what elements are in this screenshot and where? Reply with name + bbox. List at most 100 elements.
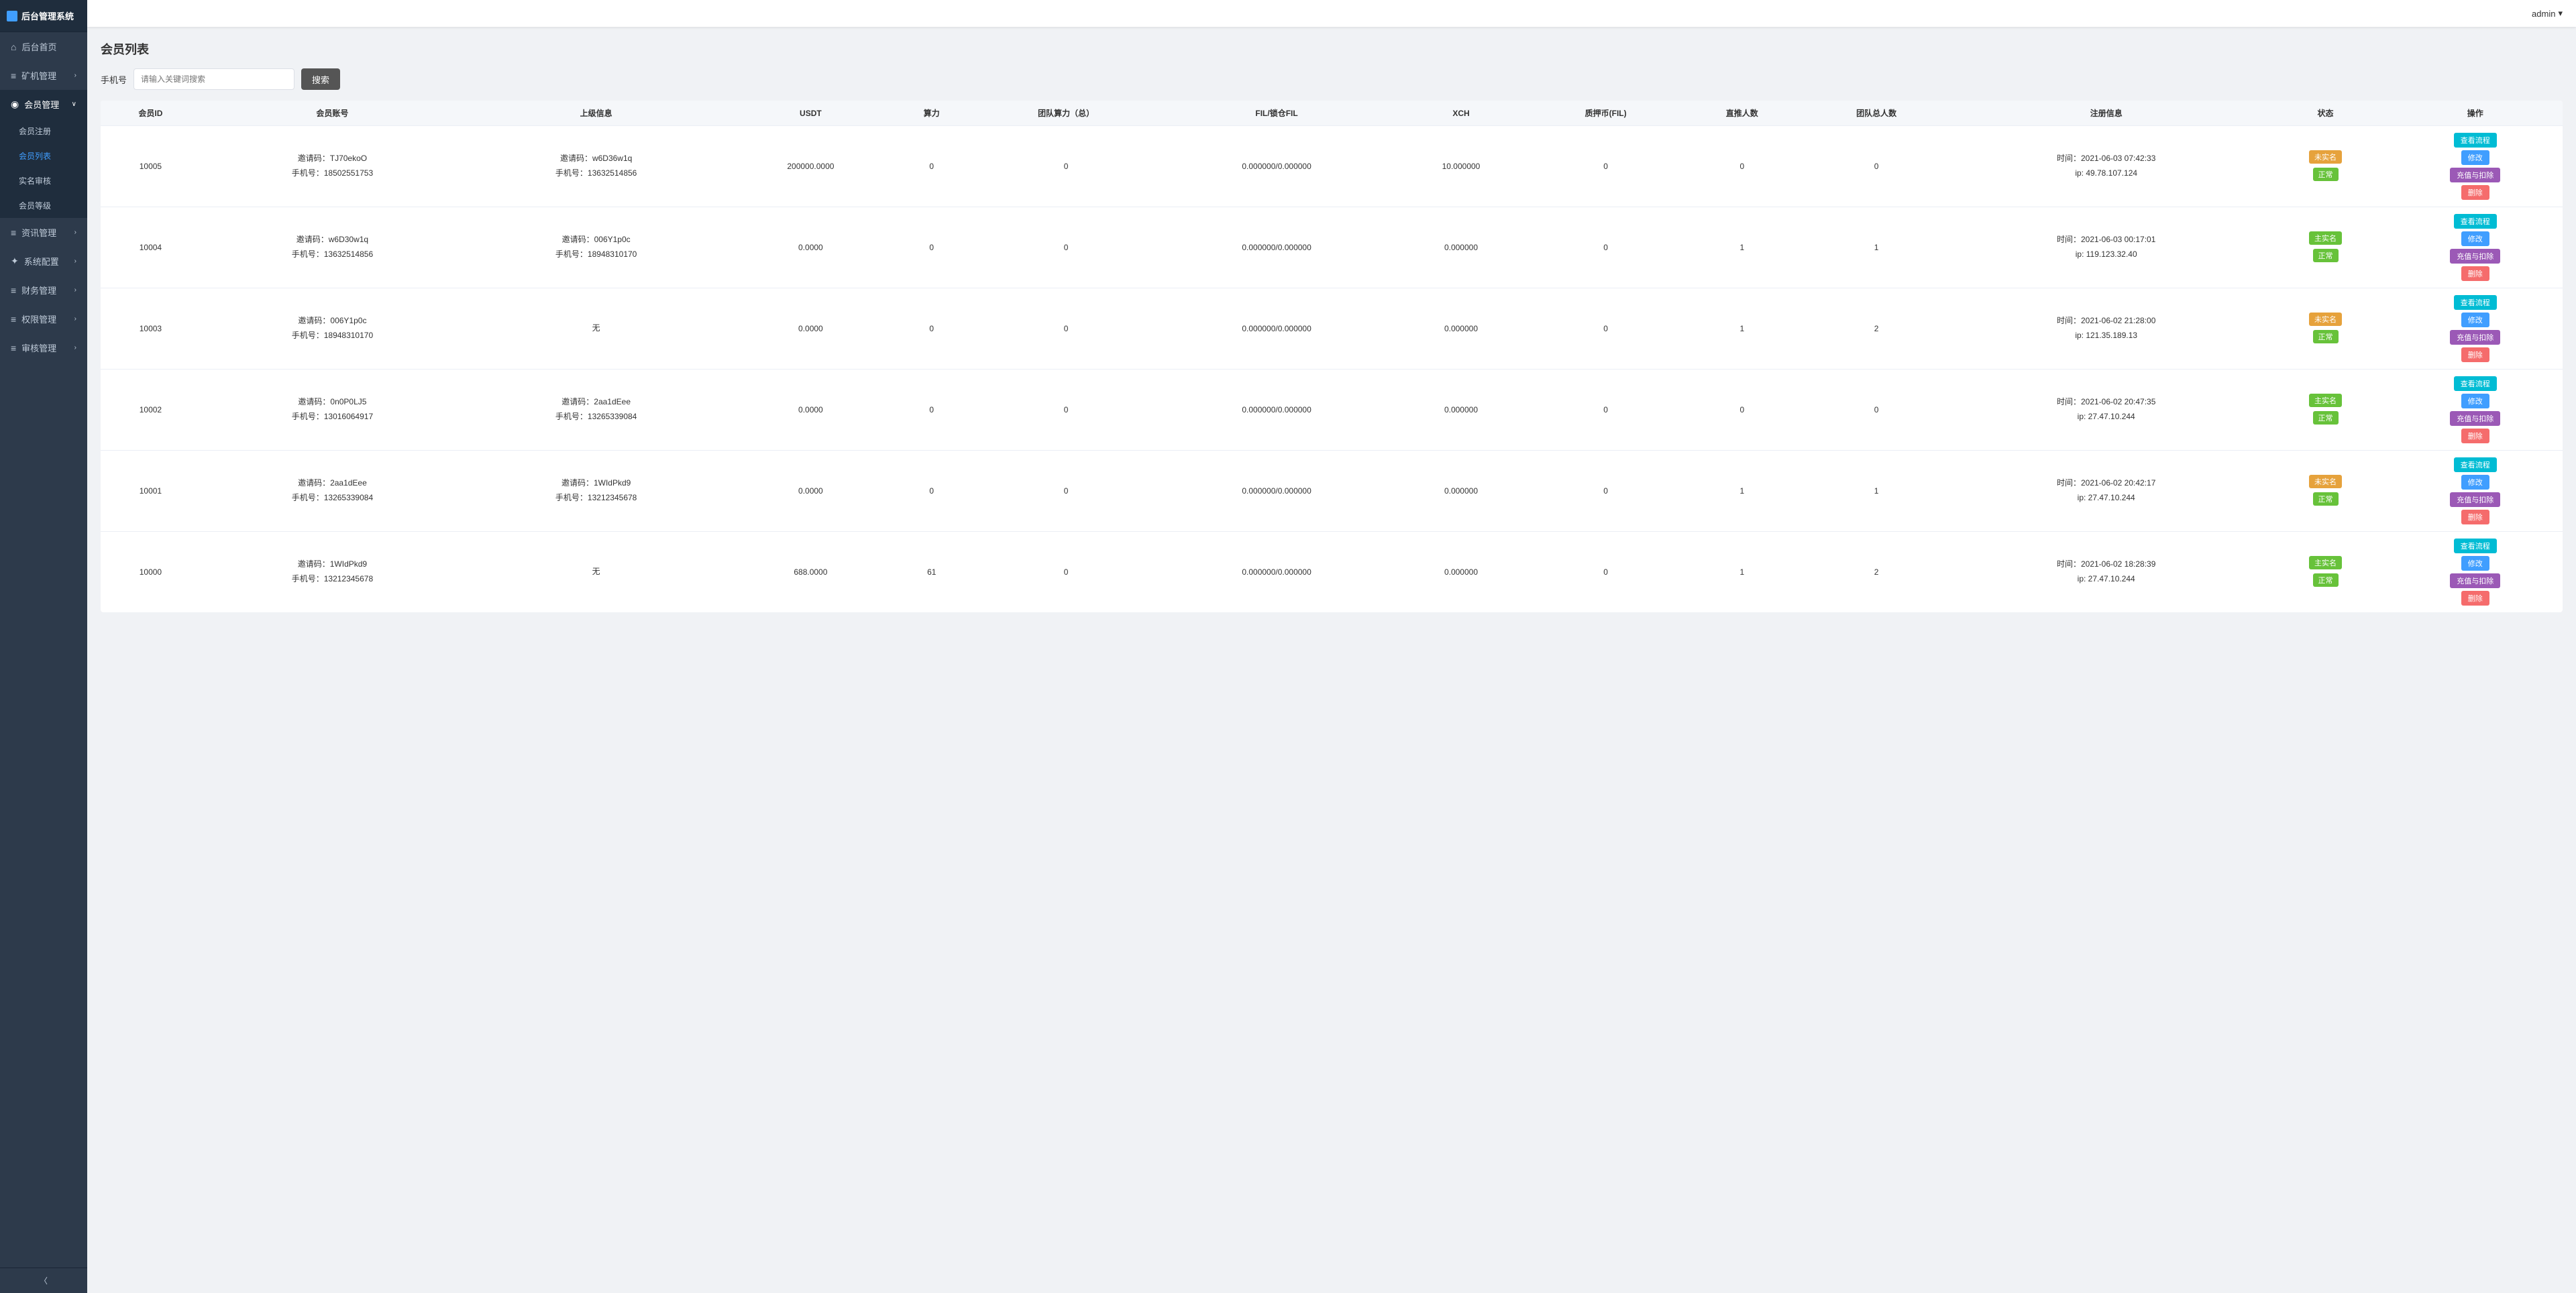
sidebar-item-label: 资讯管理 bbox=[21, 226, 56, 239]
edit-button[interactable]: 修改 bbox=[2461, 556, 2489, 571]
delete-button[interactable]: 删除 bbox=[2461, 429, 2489, 443]
sidebar-item-home[interactable]: ⌂ 后台首页 bbox=[0, 32, 87, 61]
delete-button[interactable]: 删除 bbox=[2461, 510, 2489, 524]
col-xch: XCH bbox=[1391, 101, 1531, 126]
submenu-label: 会员等级 bbox=[19, 200, 51, 211]
cell-actions: 查看流程 修改 充值与扣除 删除 bbox=[2388, 451, 2563, 532]
recharge-button[interactable]: 充值与扣除 bbox=[2450, 168, 2500, 182]
logo-icon bbox=[7, 11, 17, 21]
cell-usdt: 200000.0000 bbox=[728, 126, 893, 207]
delete-button[interactable]: 删除 bbox=[2461, 266, 2489, 281]
cell-actions: 查看流程 修改 充值与扣除 删除 bbox=[2388, 126, 2563, 207]
recharge-button[interactable]: 充值与扣除 bbox=[2450, 330, 2500, 345]
cell-fil: 0.000000/0.000000 bbox=[1162, 126, 1391, 207]
cell-fil: 0.000000/0.000000 bbox=[1162, 370, 1391, 451]
cell-usdt: 0.0000 bbox=[728, 207, 893, 288]
sidebar-item-member-list[interactable]: 会员列表 bbox=[0, 144, 87, 168]
cell-status: 未实名 正常 bbox=[2263, 451, 2388, 532]
sidebar-item-audit[interactable]: ≡ 审核管理 › bbox=[0, 333, 87, 362]
view-flow-button[interactable]: 查看流程 bbox=[2454, 457, 2497, 472]
table-row: 10000 邀请码：1WIdPkd9 手机号：13212345678 无 688… bbox=[101, 532, 2563, 613]
view-flow-button[interactable]: 查看流程 bbox=[2454, 214, 2497, 229]
sidebar-item-label: 矿机管理 bbox=[21, 69, 56, 82]
cell-direct: 1 bbox=[1680, 288, 1803, 370]
sidebar-item-member-level[interactable]: 会员等级 bbox=[0, 193, 87, 218]
recharge-button[interactable]: 充值与扣除 bbox=[2450, 249, 2500, 264]
recharge-button[interactable]: 充值与扣除 bbox=[2450, 573, 2500, 588]
edit-button[interactable]: 修改 bbox=[2461, 150, 2489, 165]
table-row: 10004 邀请码：w6D30w1q 手机号：13632514856 邀请码：0… bbox=[101, 207, 2563, 288]
cell-hashrate: 0 bbox=[894, 370, 970, 451]
col-status: 状态 bbox=[2263, 101, 2388, 126]
sidebar-item-finance[interactable]: ≡ 财务管理 › bbox=[0, 276, 87, 304]
cell-usdt: 688.0000 bbox=[728, 532, 893, 613]
sidebar-item-label: 后台首页 bbox=[21, 40, 56, 53]
chevron-right-icon: › bbox=[74, 344, 76, 351]
col-hashrate: 算力 bbox=[894, 101, 970, 126]
status-badge: 主实名 bbox=[2309, 556, 2342, 569]
home-icon: ⌂ bbox=[11, 42, 16, 52]
cell-pledge: 0 bbox=[1531, 370, 1680, 451]
cell-actions: 查看流程 修改 充值与扣除 删除 bbox=[2388, 207, 2563, 288]
sidebar-item-mining[interactable]: ≡ 矿机管理 › bbox=[0, 61, 87, 90]
cell-status: 主实名 正常 bbox=[2263, 370, 2388, 451]
col-reg: 注册信息 bbox=[1949, 101, 2263, 126]
edit-button[interactable]: 修改 bbox=[2461, 475, 2489, 490]
cell-account: 邀请码：w6D30w1q 手机号：13632514856 bbox=[201, 207, 464, 288]
cell-superior: 邀请码：006Y1p0c手机号：18948310170 bbox=[464, 207, 728, 288]
cell-actions: 查看流程 修改 充值与扣除 删除 bbox=[2388, 288, 2563, 370]
sidebar-item-info[interactable]: ≡ 资讯管理 › bbox=[0, 218, 87, 247]
kyc-badge: 正常 bbox=[2313, 492, 2339, 506]
edit-button[interactable]: 修改 bbox=[2461, 313, 2489, 327]
col-superior: 上级信息 bbox=[464, 101, 728, 126]
view-flow-button[interactable]: 查看流程 bbox=[2454, 539, 2497, 553]
cell-id: 10005 bbox=[101, 126, 201, 207]
cell-direct: 1 bbox=[1680, 532, 1803, 613]
sidebar-item-member[interactable]: ◉ 会员管理 ∨ bbox=[0, 90, 87, 119]
col-id: 会员ID bbox=[101, 101, 201, 126]
cell-xch: 0.000000 bbox=[1391, 451, 1531, 532]
topbar-user: admin ▾ bbox=[2532, 8, 2563, 19]
col-fil: FIL/锁仓FIL bbox=[1162, 101, 1391, 126]
delete-button[interactable]: 删除 bbox=[2461, 185, 2489, 200]
col-account: 会员账号 bbox=[201, 101, 464, 126]
cell-reg: 时间：2021-06-02 21:28:00 ip: 121.35.189.13 bbox=[1949, 288, 2263, 370]
cell-reg: 时间：2021-06-02 20:42:17 ip: 27.47.10.244 bbox=[1949, 451, 2263, 532]
submenu-label: 会员注册 bbox=[19, 125, 51, 137]
cell-actions: 查看流程 修改 充值与扣除 删除 bbox=[2388, 532, 2563, 613]
chevron-right-icon: › bbox=[74, 229, 76, 236]
recharge-button[interactable]: 充值与扣除 bbox=[2450, 411, 2500, 426]
search-button[interactable]: 搜索 bbox=[301, 68, 340, 90]
submenu-label: 会员列表 bbox=[19, 150, 51, 162]
cell-direct: 1 bbox=[1680, 451, 1803, 532]
recharge-button[interactable]: 充值与扣除 bbox=[2450, 492, 2500, 507]
cell-status: 主实名 正常 bbox=[2263, 532, 2388, 613]
cell-actions: 查看流程 修改 充值与扣除 删除 bbox=[2388, 370, 2563, 451]
cell-hashrate: 0 bbox=[894, 126, 970, 207]
search-label: 手机号 bbox=[101, 73, 127, 86]
status-badge: 未实名 bbox=[2309, 475, 2342, 488]
delete-button[interactable]: 删除 bbox=[2461, 347, 2489, 362]
cell-team: 1 bbox=[1803, 207, 1949, 288]
sidebar-item-member-register[interactable]: 会员注册 bbox=[0, 119, 87, 144]
delete-button[interactable]: 删除 bbox=[2461, 591, 2489, 606]
sidebar-item-real-name[interactable]: 实名审核 bbox=[0, 168, 87, 193]
chevron-down-icon: ∨ bbox=[72, 101, 76, 108]
view-flow-button[interactable]: 查看流程 bbox=[2454, 133, 2497, 148]
cell-superior: 无 bbox=[464, 288, 728, 370]
sidebar-item-permission[interactable]: ≡ 权限管理 › bbox=[0, 304, 87, 333]
cell-superior: 邀请码：w6D36w1q手机号：13632514856 bbox=[464, 126, 728, 207]
sidebar-collapse-button[interactable]: 〈 bbox=[0, 1268, 87, 1293]
sidebar-item-system[interactable]: ✦ 系统配置 › bbox=[0, 247, 87, 276]
table-row: 10005 邀请码：TJ70ekoO 手机号：18502551753 邀请码：w… bbox=[101, 126, 2563, 207]
cell-fil: 0.000000/0.000000 bbox=[1162, 451, 1391, 532]
cell-superior: 邀请码：2aa1dEee手机号：13265339084 bbox=[464, 370, 728, 451]
table-row: 10003 邀请码：006Y1p0c 手机号：18948310170 无 0.0… bbox=[101, 288, 2563, 370]
search-input[interactable] bbox=[133, 68, 294, 90]
view-flow-button[interactable]: 查看流程 bbox=[2454, 295, 2497, 310]
sidebar-item-label: 系统配置 bbox=[24, 255, 59, 268]
edit-button[interactable]: 修改 bbox=[2461, 394, 2489, 408]
view-flow-button[interactable]: 查看流程 bbox=[2454, 376, 2497, 391]
edit-button[interactable]: 修改 bbox=[2461, 231, 2489, 246]
sidebar-item-label: 审核管理 bbox=[21, 341, 56, 354]
